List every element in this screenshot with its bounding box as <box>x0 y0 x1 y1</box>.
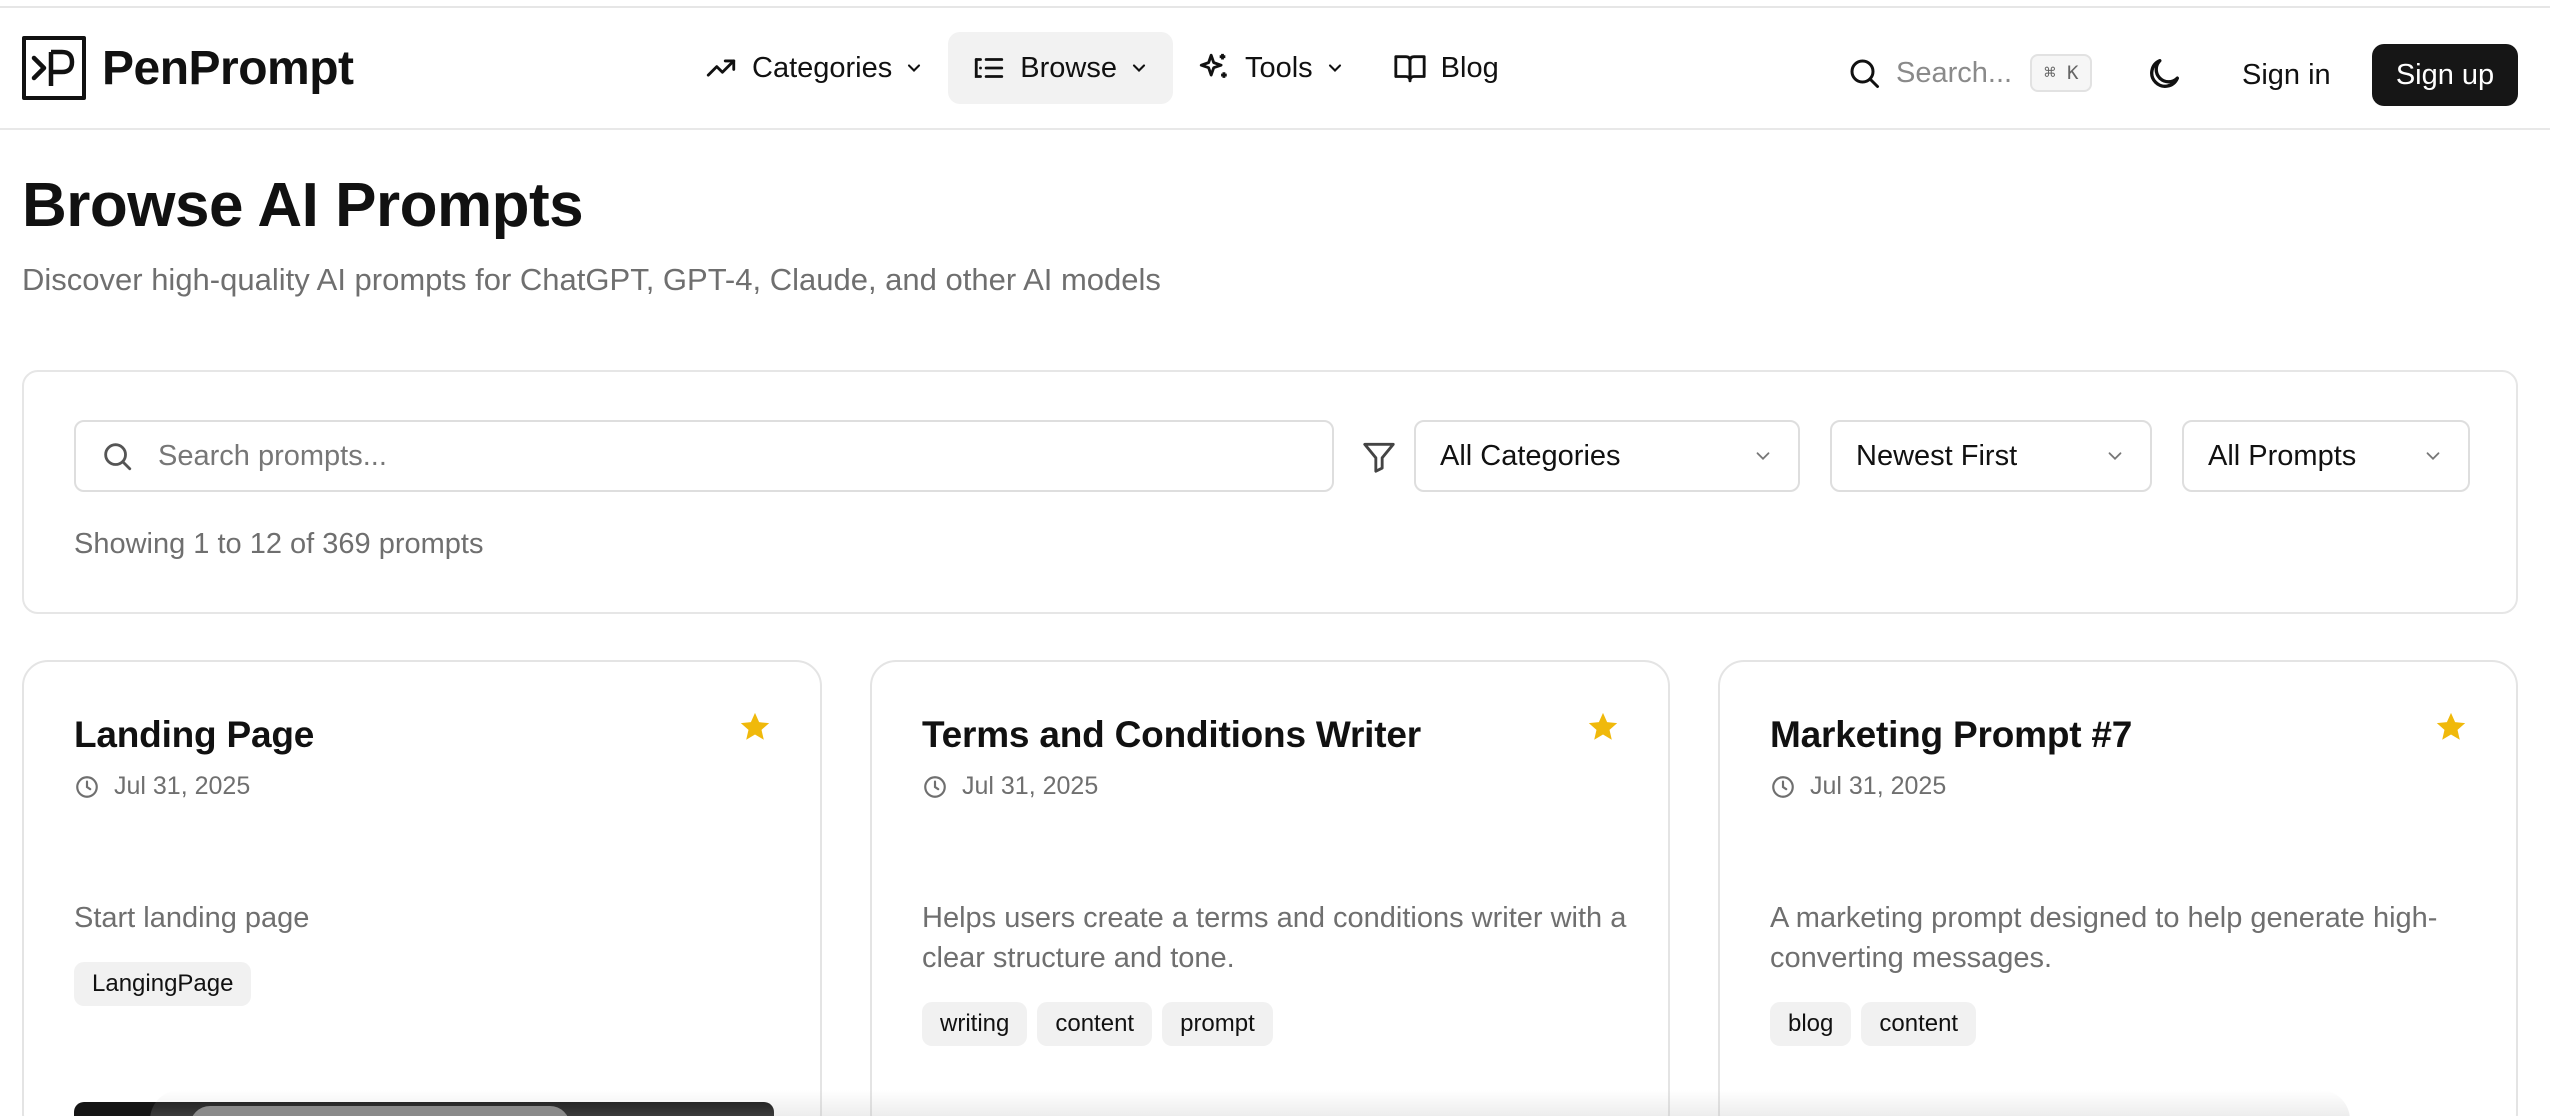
filter-icon <box>1360 438 1398 476</box>
prompt-card-description: Start landing page <box>74 902 310 934</box>
prompt-search-box[interactable] <box>74 420 1334 492</box>
category-select-value: All Categories <box>1440 439 1621 472</box>
page-title: Browse AI Prompts <box>22 171 584 240</box>
sign-in-button[interactable]: Sign in <box>2222 44 2351 106</box>
nav-categories[interactable]: Categories <box>680 32 948 104</box>
site-header: PenPrompt Categories Browse Tools Blog S… <box>0 8 2550 130</box>
prompt-card-title: Landing Page <box>74 714 315 755</box>
sort-select-value: Newest First <box>1856 439 2018 472</box>
prompt-card-date-text: Jul 31, 2025 <box>1810 772 1947 800</box>
tag[interactable]: LangingPage <box>74 962 252 1006</box>
header-search[interactable]: Search... ⌘ K <box>1846 52 2093 94</box>
list-icon <box>972 51 1006 85</box>
trending-up-icon <box>704 51 738 85</box>
tag[interactable]: writing <box>922 1002 1028 1046</box>
chevron-down-icon <box>1129 58 1149 78</box>
tag[interactable]: prompt <box>1162 1002 1273 1046</box>
filter-panel: All Categories Newest First All Prompts … <box>22 370 2518 614</box>
sign-up-button[interactable]: Sign up <box>2372 44 2518 106</box>
prompt-type-select[interactable]: All Prompts <box>2182 420 2470 492</box>
prompt-card-tags: blog content <box>1770 1002 1986 1046</box>
chevron-down-icon <box>904 58 924 78</box>
main-nav: Categories Browse Tools Blog <box>680 32 1523 104</box>
nav-tools-label: Tools <box>1244 51 1313 84</box>
tag[interactable]: content <box>1861 1002 1977 1046</box>
nav-browse-label: Browse <box>1020 51 1117 84</box>
prompt-card-description: A marketing prompt designed to help gene… <box>1770 902 2438 974</box>
prompt-card-date: Jul 31, 2025 <box>1770 772 1946 801</box>
prompt-card-date: Jul 31, 2025 <box>74 772 250 801</box>
chevron-down-icon <box>1325 58 1345 78</box>
tag[interactable]: content <box>1037 1002 1153 1046</box>
floating-toolbar <box>190 1106 570 1116</box>
sort-select[interactable]: Newest First <box>1830 420 2152 492</box>
results-count: Showing 1 to 12 of 369 prompts <box>74 528 484 560</box>
nav-tools[interactable]: Tools <box>1173 32 1369 104</box>
nav-blog-label: Blog <box>1440 51 1499 84</box>
search-icon <box>100 439 134 473</box>
prompt-card-description: Helps users create a terms and condition… <box>922 902 1627 974</box>
brand-name: PenPrompt <box>102 41 354 95</box>
logo-mark-icon <box>22 36 86 100</box>
nav-blog[interactable]: Blog <box>1369 32 1523 104</box>
brand-logo[interactable]: PenPrompt <box>22 35 354 101</box>
header-search-placeholder: Search... <box>1896 56 2013 89</box>
sparkles-icon <box>1197 51 1231 85</box>
nav-categories-label: Categories <box>752 51 893 84</box>
prompt-card[interactable]: Landing Page Jul 31, 2025 Start landing … <box>22 660 822 1116</box>
prompt-type-select-value: All Prompts <box>2208 439 2357 472</box>
prompt-card-title: Marketing Prompt #7 <box>1770 714 2133 755</box>
prompt-card-tags: writing content prompt <box>922 1002 1283 1046</box>
star-icon <box>1586 710 1620 744</box>
search-icon <box>1846 55 1882 91</box>
moon-icon <box>2144 54 2184 94</box>
prompt-card[interactable]: Marketing Prompt #7 Jul 31, 2025 A marke… <box>1718 660 2518 1116</box>
page-subtitle: Discover high-quality AI prompts for Cha… <box>22 262 1161 297</box>
tag[interactable]: blog <box>1770 1002 1852 1046</box>
category-select[interactable]: All Categories <box>1414 420 1800 492</box>
prompt-card-date-text: Jul 31, 2025 <box>114 772 251 800</box>
prompt-card-date: Jul 31, 2025 <box>922 772 1098 801</box>
clock-icon <box>922 774 948 800</box>
prompt-card-title: Terms and Conditions Writer <box>922 714 1421 755</box>
chevron-down-icon <box>2104 445 2126 467</box>
search-shortcut-badge: ⌘ K <box>2030 54 2093 92</box>
top-border <box>0 0 2550 8</box>
nav-browse[interactable]: Browse <box>948 32 1173 104</box>
clock-icon <box>74 774 100 800</box>
prompt-card-date-text: Jul 31, 2025 <box>962 772 1099 800</box>
chevron-down-icon <box>2422 445 2444 467</box>
theme-toggle-button[interactable] <box>2144 54 2184 94</box>
prompt-search-input[interactable] <box>158 439 1258 473</box>
star-icon <box>738 710 772 744</box>
star-icon <box>2434 710 2468 744</box>
clock-icon <box>1770 774 1796 800</box>
prompt-card-tags: LangingPage <box>74 962 261 1006</box>
prompt-card[interactable]: Terms and Conditions Writer Jul 31, 2025… <box>870 660 1670 1116</box>
book-open-icon <box>1393 51 1427 85</box>
chevron-down-icon <box>1752 445 1774 467</box>
